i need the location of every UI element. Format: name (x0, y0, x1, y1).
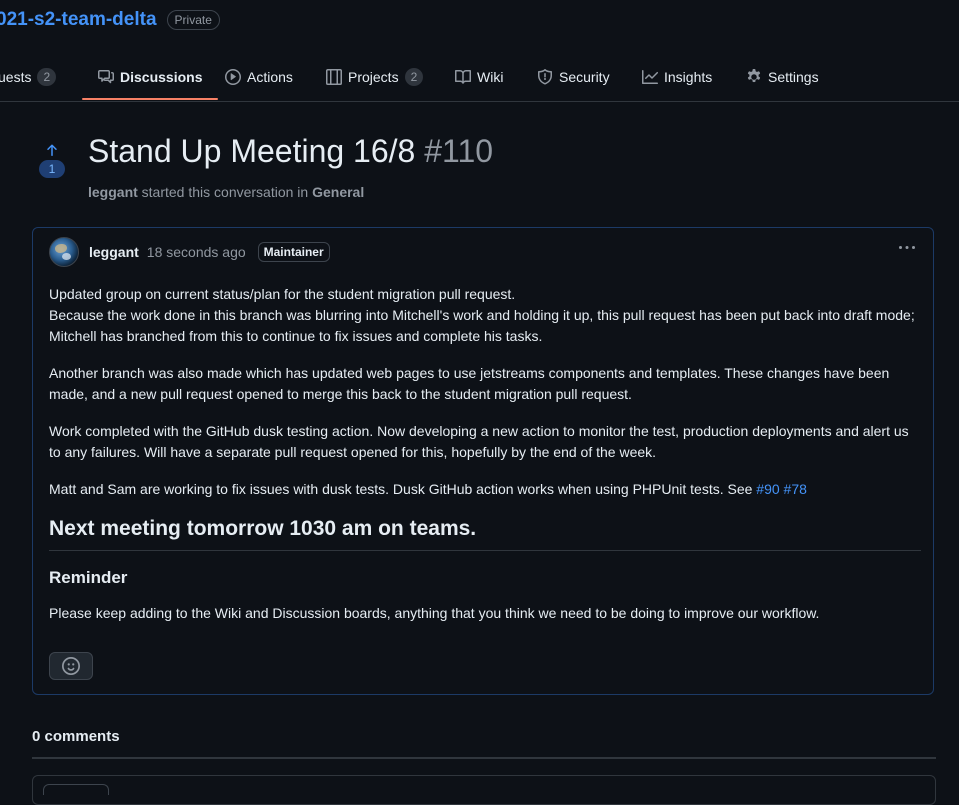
composer-tab[interactable] (43, 784, 109, 795)
paragraph: Work completed with the GitHub dusk test… (49, 423, 909, 460)
paragraph: Please keep adding to the Wiki and Discu… (49, 605, 820, 621)
paragraph-text: Matt and Sam are working to fix issues w… (49, 481, 753, 497)
discussion-title: Stand Up Meeting 16/8 (88, 133, 416, 169)
repo-header: 021-s2-team-delta Private (0, 9, 220, 31)
tab-count: 2 (37, 68, 57, 86)
divider (32, 757, 936, 759)
avatar[interactable] (49, 237, 79, 267)
discussion-meta: leggant started this conversation in Gen… (88, 184, 364, 200)
tab-projects[interactable]: Projects 2 (326, 55, 424, 99)
repo-nav: uests 2 Discussions Actions Projects 2 W… (0, 55, 959, 102)
repo-name-link[interactable]: 021-s2-team-delta (0, 9, 157, 31)
book-icon (455, 70, 471, 84)
tab-security[interactable]: Security (537, 55, 610, 99)
paragraph-line: Because the work done in this branch was… (49, 307, 915, 344)
gear-icon (747, 69, 761, 83)
tab-settings[interactable]: Settings (746, 55, 819, 99)
maintainer-badge: Maintainer (257, 242, 330, 262)
category-link[interactable]: General (312, 184, 364, 200)
started-text: started this conversation in (141, 184, 309, 200)
paragraph: Matt and Sam are working to fix issues w… (49, 479, 921, 500)
play-circle-icon (225, 69, 241, 85)
upvote-count: 1 (39, 160, 65, 178)
tab-label: Security (559, 69, 610, 85)
tab-label: uests (0, 69, 32, 85)
shield-icon (538, 69, 552, 85)
tab-label: Settings (768, 69, 819, 85)
comment-composer[interactable] (32, 775, 936, 805)
post-timestamp[interactable]: 18 seconds ago (147, 244, 246, 260)
post-body: Updated group on current status/plan for… (49, 284, 921, 640)
paragraph: Another branch was also made which has u… (49, 365, 890, 402)
tab-actions[interactable]: Actions (225, 55, 293, 99)
page-title: Stand Up Meeting 16/8 #110 (88, 133, 493, 170)
tab-label: Discussions (120, 69, 203, 85)
heading-next-meeting: Next meeting tomorrow 1030 am on teams. (49, 516, 921, 551)
table-icon (326, 69, 342, 85)
issue-link-90[interactable]: #90 (756, 481, 779, 497)
tab-count: 2 (404, 68, 424, 86)
paragraph-line: Updated group on current status/plan for… (49, 286, 516, 302)
tab-insights[interactable]: Insights (642, 55, 712, 99)
tab-pull-requests[interactable]: uests 2 (0, 55, 57, 99)
upvote-button[interactable]: 1 (38, 142, 66, 178)
kebab-horizontal-icon[interactable] (899, 240, 915, 256)
tab-wiki[interactable]: Wiki (455, 55, 503, 99)
tab-label: Wiki (477, 69, 504, 85)
discussion-number: #110 (424, 133, 494, 169)
visibility-badge: Private (166, 10, 220, 30)
tab-discussions[interactable]: Discussions (82, 55, 219, 100)
issue-link-78[interactable]: #78 (784, 481, 807, 497)
tab-label: Projects (348, 69, 399, 85)
discussion-post: leggant 18 seconds ago Maintainer Update… (32, 227, 934, 695)
add-reaction-button[interactable] (49, 652, 93, 680)
tab-label: Insights (664, 69, 713, 85)
tab-label: Actions (247, 69, 293, 85)
graph-icon (642, 70, 658, 84)
arrow-up-icon (47, 144, 57, 156)
post-header: leggant 18 seconds ago Maintainer (49, 237, 330, 267)
paragraph: Updated group on current status/plan for… (49, 284, 921, 347)
smiley-icon (62, 657, 80, 675)
post-author-link[interactable]: leggant (89, 244, 139, 260)
discussion-author-link[interactable]: leggant (88, 184, 138, 200)
discussion-icon (98, 70, 114, 84)
comments-count: 0 comments (32, 728, 120, 745)
heading-reminder: Reminder (49, 568, 128, 587)
